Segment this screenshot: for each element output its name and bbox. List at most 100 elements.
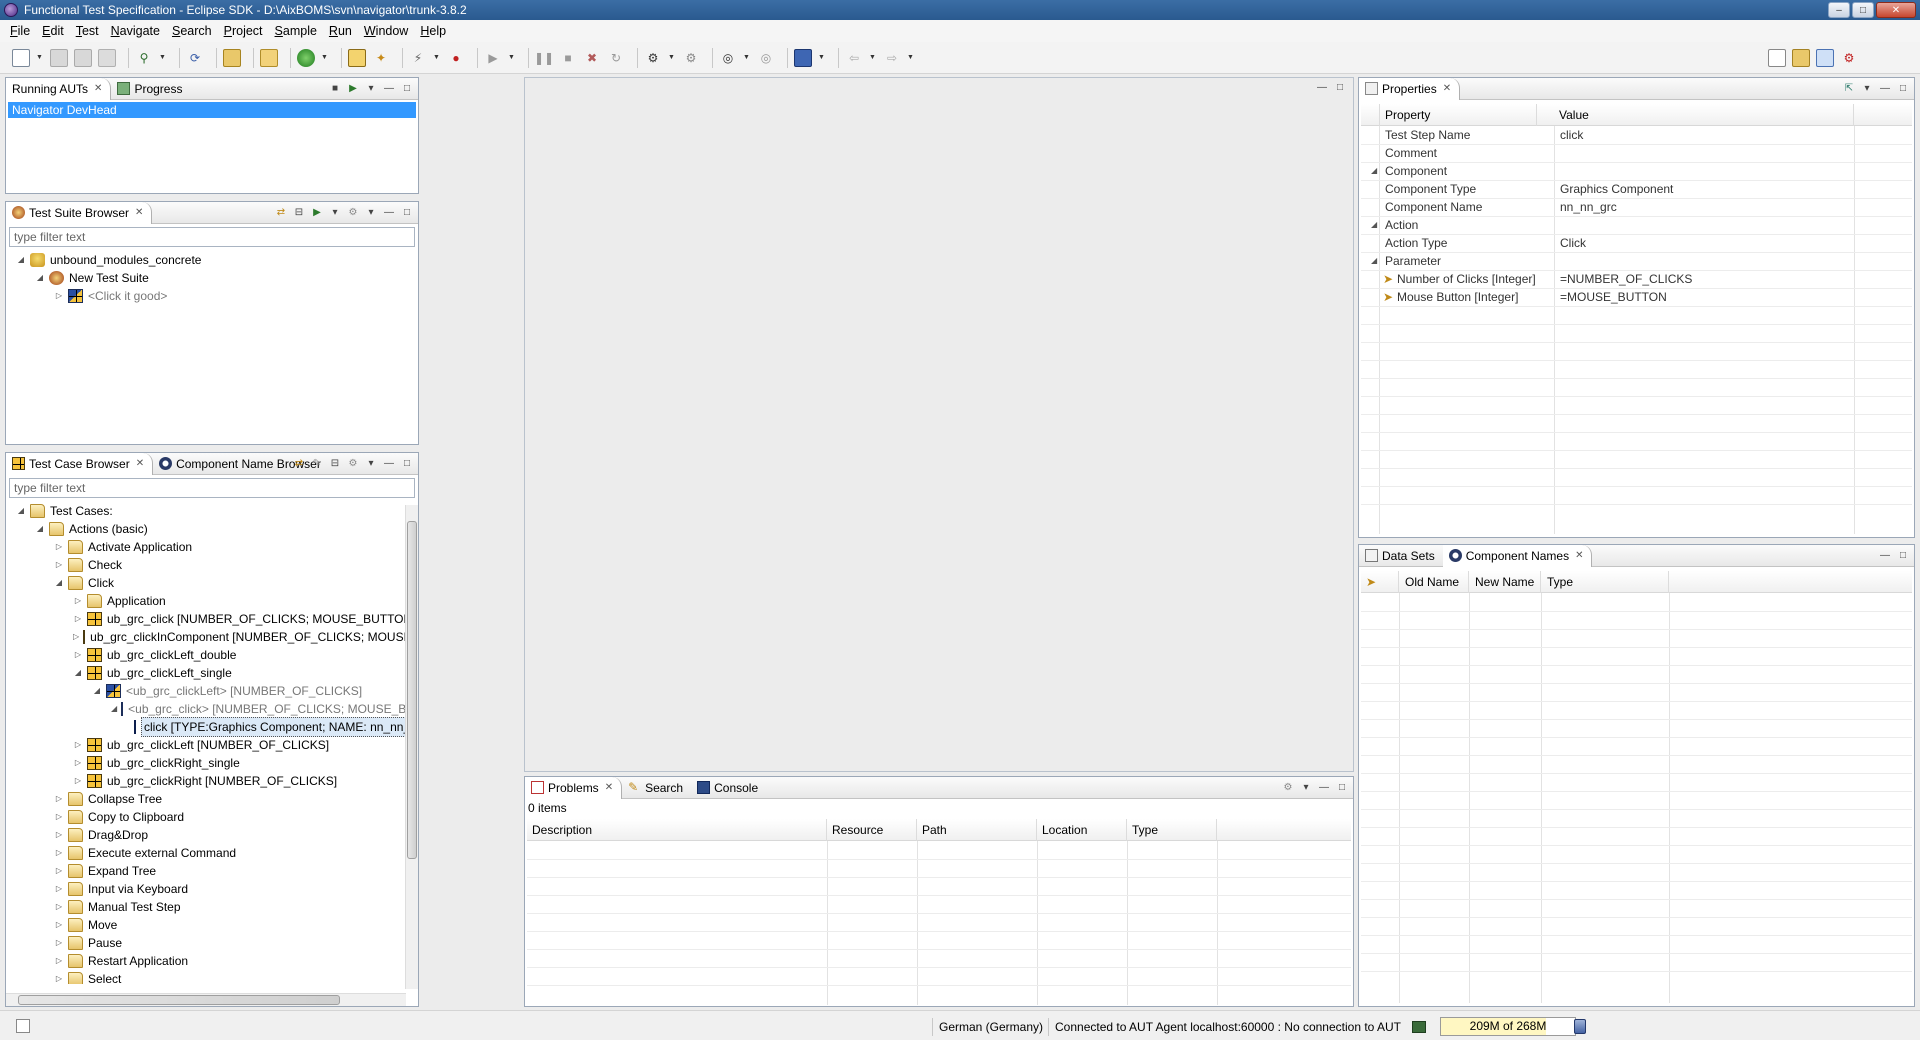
- expand-toggle-icon[interactable]: ▷: [54, 938, 64, 948]
- tree-node-category[interactable]: ◢ Actions (basic): [6, 520, 418, 538]
- scrollbar-thumb[interactable]: [407, 521, 417, 859]
- collapse-all-icon[interactable]: ⊟: [292, 205, 306, 219]
- maximize-view-icon[interactable]: □: [400, 456, 414, 470]
- view-menu-icon[interactable]: ▾: [364, 456, 378, 470]
- test-suite-filter-input[interactable]: type filter text: [9, 227, 415, 247]
- tree-node-suite[interactable]: ◢ New Test Suite: [6, 269, 418, 287]
- minimize-view-icon[interactable]: —: [382, 81, 396, 95]
- maximize-view-icon[interactable]: □: [1335, 780, 1349, 794]
- tree-node-category[interactable]: ▷ Copy to Clipboard: [6, 808, 418, 826]
- column-location[interactable]: Location: [1037, 819, 1127, 841]
- tree-node-category[interactable]: ▷ Restart Application: [6, 952, 418, 970]
- expand-toggle-icon[interactable]: ▷: [54, 902, 64, 912]
- search-dropdown-icon[interactable]: ▼: [159, 49, 166, 67]
- open-project-icon[interactable]: [223, 48, 241, 67]
- maximize-view-icon[interactable]: □: [1896, 548, 1910, 562]
- target-dropdown-icon[interactable]: ▼: [743, 49, 750, 67]
- tab-data-sets[interactable]: Data Sets: [1359, 545, 1443, 567]
- tree-node-category[interactable]: ▷ Application: [6, 592, 418, 610]
- perspective-spec-icon[interactable]: [1792, 48, 1810, 67]
- view-menu-icon[interactable]: ▾: [364, 205, 378, 219]
- start-aut-icon[interactable]: ▶: [346, 81, 360, 95]
- filter-icon[interactable]: ⚙: [1281, 780, 1295, 794]
- collapse-all-icon[interactable]: ⊟: [328, 456, 342, 470]
- tree-node-category[interactable]: ◢ Test Cases:: [6, 502, 418, 520]
- horizontal-scrollbar[interactable]: [6, 993, 406, 1006]
- menu-search[interactable]: Search: [166, 24, 218, 38]
- maximize-button[interactable]: □: [1852, 2, 1874, 18]
- expand-toggle-icon[interactable]: ▷: [54, 866, 64, 876]
- expand-toggle-icon[interactable]: ▷: [54, 542, 64, 552]
- tree-node-category[interactable]: ▷ Select: [6, 970, 418, 984]
- pause-icon[interactable]: ❚❚: [534, 49, 554, 67]
- garbage-collect-icon[interactable]: [1574, 1019, 1586, 1034]
- maximize-view-icon[interactable]: □: [400, 205, 414, 219]
- tree-node-category[interactable]: ▷ Activate Application: [6, 538, 418, 556]
- test-case-filter-input[interactable]: type filter text: [9, 478, 415, 498]
- wand-icon[interactable]: ✦: [372, 49, 390, 67]
- close-icon[interactable]: ✕: [94, 83, 102, 94]
- tree-node-category[interactable]: ▷ Input via Keyboard: [6, 880, 418, 898]
- list-item[interactable]: Navigator DevHead: [8, 102, 416, 118]
- property-row[interactable]: Component Name nn_nn_grc: [1361, 198, 1912, 216]
- close-window-button[interactable]: ✕: [1876, 2, 1916, 18]
- expand-toggle-icon[interactable]: ◢: [16, 506, 26, 516]
- scrollbar-thumb[interactable]: [18, 995, 340, 1005]
- column-resource[interactable]: Resource: [827, 819, 917, 841]
- heap-status[interactable]: 209M of 268M: [1440, 1017, 1576, 1036]
- tree-node-testcase[interactable]: ▷ ub_grc_clickRight_single: [6, 754, 418, 772]
- expand-toggle-icon[interactable]: ▷: [73, 596, 83, 606]
- expand-toggle-icon[interactable]: ▷: [73, 614, 83, 624]
- expand-toggle-icon[interactable]: ◢: [73, 668, 83, 678]
- print-icon[interactable]: [98, 48, 116, 67]
- tab-console[interactable]: Console: [691, 777, 766, 799]
- expand-toggle-icon[interactable]: ▷: [54, 291, 64, 301]
- minimize-view-icon[interactable]: —: [382, 456, 396, 470]
- link-editor-icon[interactable]: ⇄: [274, 205, 288, 219]
- expand-toggle-icon[interactable]: ▷: [73, 776, 83, 786]
- expand-toggle-icon[interactable]: ▷: [73, 758, 83, 768]
- filter-icon[interactable]: ⚙: [346, 205, 360, 219]
- filter-icon[interactable]: ⚙: [346, 456, 360, 470]
- new-icon[interactable]: [12, 48, 30, 67]
- expand-toggle-icon[interactable]: ▷: [54, 956, 64, 966]
- property-row[interactable]: ➤ Mouse Button [Integer] =MOUSE_BUTTON: [1361, 288, 1912, 306]
- tree-node-category[interactable]: ▷ Check: [6, 556, 418, 574]
- forward-dropdown-icon[interactable]: ▼: [907, 49, 914, 67]
- object-mapping-icon[interactable]: ⚙: [644, 49, 662, 67]
- tree-node-testcase-ref[interactable]: ◢ <ub_grc_click> [NUMBER_OF_CLICKS; MOUSE…: [6, 700, 418, 718]
- tree-node-testcase-ref[interactable]: ▷ <Click it good>: [6, 287, 418, 305]
- maximize-view-icon[interactable]: □: [1896, 81, 1910, 95]
- tree-node-testcase-ref[interactable]: ◢ <ub_grc_clickLeft> [NUMBER_OF_CLICKS]: [6, 682, 418, 700]
- expand-toggle-icon[interactable]: ◢: [16, 255, 26, 265]
- menu-project[interactable]: Project: [218, 24, 269, 38]
- tree-node-category[interactable]: ▷ Pause: [6, 934, 418, 952]
- close-icon[interactable]: ✕: [1443, 83, 1451, 94]
- menu-window[interactable]: Window: [358, 24, 414, 38]
- back-icon[interactable]: ⇦: [845, 49, 863, 67]
- save-all-icon[interactable]: [74, 48, 92, 67]
- expand-toggle-icon[interactable]: ▷: [54, 884, 64, 894]
- open-perspective-icon[interactable]: [1768, 48, 1786, 67]
- column-path[interactable]: Path: [917, 819, 1037, 841]
- record-icon[interactable]: ⚙: [682, 49, 700, 67]
- disconnect-icon[interactable]: ●: [447, 49, 465, 67]
- column-property[interactable]: Property: [1379, 104, 1537, 126]
- new-dropdown-icon[interactable]: ▼: [36, 49, 43, 67]
- column-description[interactable]: Description: [527, 819, 827, 841]
- expand-toggle-icon[interactable]: ▷: [73, 740, 83, 750]
- property-row[interactable]: Test Step Name click: [1361, 126, 1912, 144]
- minimize-view-icon[interactable]: —: [1317, 780, 1331, 794]
- run-icon[interactable]: ▶: [484, 49, 502, 67]
- table-icon[interactable]: [348, 48, 366, 67]
- menu-help[interactable]: Help: [414, 24, 452, 38]
- menu-edit[interactable]: Edit: [36, 24, 70, 38]
- column-type[interactable]: Type: [1541, 571, 1669, 593]
- tab-running-auts[interactable]: Running AUTs ✕: [6, 77, 112, 100]
- tree-node-testcase[interactable]: ▷ ub_grc_clickInComponent [NUMBER_OF_CLIC…: [6, 628, 418, 646]
- tab-properties[interactable]: Properties ✕: [1359, 77, 1461, 100]
- refresh-icon[interactable]: ⟳: [186, 49, 204, 67]
- expand-toggle-icon[interactable]: ▷: [73, 650, 83, 660]
- expand-toggle-icon[interactable]: ◢: [1371, 162, 1377, 180]
- tree-node-testcase[interactable]: ▷ ub_grc_click [NUMBER_OF_CLICKS; MOUSE_B…: [6, 610, 418, 628]
